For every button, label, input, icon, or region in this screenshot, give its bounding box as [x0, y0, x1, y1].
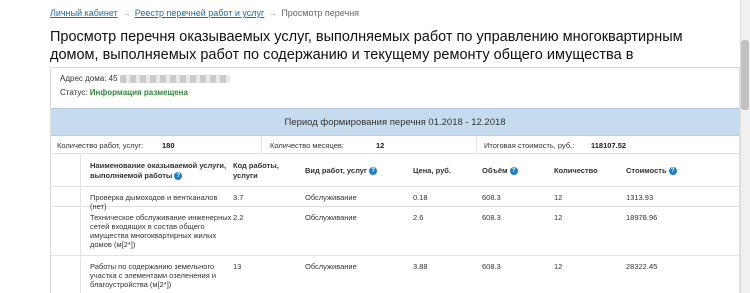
- cell-cost: 1313.93: [626, 193, 654, 202]
- total-label: Итоговая стоимость, руб.:: [484, 141, 575, 150]
- breadcrumb-link-registry[interactable]: Реестр перечней работ и услуг: [135, 8, 265, 18]
- cell-cost: 18978.96: [626, 213, 658, 222]
- scrollbar-thumb[interactable]: [741, 40, 749, 110]
- breadcrumb: Личный кабинет → Реестр перечней работ и у…: [50, 8, 359, 18]
- question-circle-icon[interactable]: ?: [174, 172, 183, 181]
- cell-code: 3.7: [233, 193, 244, 202]
- th-price: Цена, руб.: [413, 166, 451, 175]
- cell-quantity: 12: [554, 262, 563, 271]
- cell-code: 2.2: [233, 213, 244, 222]
- cell-cost: 28322.45: [626, 262, 658, 271]
- question-circle-icon[interactable]: ?: [668, 167, 677, 176]
- status-line: Статус: Информация размещена: [60, 88, 188, 97]
- cell-type: Обслуживание: [305, 213, 357, 222]
- question-circle-icon[interactable]: ?: [509, 167, 518, 176]
- period-band: Период формирования перечня 01.2018 - 12…: [51, 108, 739, 136]
- cell-name: Работы по содержанию земельного участка …: [90, 262, 217, 289]
- th-type: Вид работ, услуг ?: [305, 166, 378, 176]
- breadcrumb-separator: →: [268, 8, 278, 18]
- status-value: Информация размещена: [89, 88, 188, 97]
- breadcrumb-link-cabinet[interactable]: Личный кабинет: [50, 8, 118, 18]
- address-value: 45: [108, 74, 118, 83]
- cell-quantity: 12: [554, 213, 563, 222]
- total-value: 118107.52: [591, 141, 627, 150]
- table-row: Работы по содержанию земельного участка …: [51, 257, 739, 293]
- cell-name: Техническое обслуживание инженерных сете…: [90, 213, 232, 249]
- address-line: Адрес дома: 45: [60, 74, 230, 83]
- question-circle-icon[interactable]: ?: [369, 167, 378, 176]
- breadcrumb-current: Просмотр перечня: [281, 8, 360, 18]
- address-blurred: [119, 74, 230, 83]
- cell-volume: 608.3: [482, 262, 501, 271]
- cell-type: Обслуживание: [305, 193, 357, 202]
- th-volume: Объём ?: [482, 166, 518, 176]
- cell-quantity: 12: [554, 193, 563, 202]
- status-label: Статус:: [60, 88, 88, 97]
- th-name: Наименование оказываемой услуги, выполня…: [90, 161, 227, 181]
- vertical-scrollbar[interactable]: [740, 0, 750, 293]
- months-value: 12: [376, 141, 385, 150]
- th-cost: Стоимость ?: [626, 166, 677, 176]
- cell-type: Обслуживание: [305, 262, 357, 271]
- summary-row: Количество работ, услуг: 180 Количество …: [51, 136, 739, 154]
- cell-volume: 608.3: [482, 193, 501, 202]
- table-row: Проверка дымоходов и вентканалов (нет) 3…: [51, 188, 739, 211]
- cell-code: 13: [233, 262, 242, 271]
- th-code: Код работы, услуги: [233, 161, 279, 180]
- cell-volume: 608.3: [482, 213, 501, 222]
- cell-price: 0.18: [413, 193, 428, 202]
- th-quantity: Количество: [554, 166, 598, 175]
- cell-price: 2.6: [413, 213, 424, 222]
- table-row: Техническое обслуживание инженерных сете…: [51, 208, 739, 256]
- works-count-label: Количество работ, услуг:: [57, 141, 144, 150]
- cell-price: 3.88: [413, 262, 428, 271]
- table-header: Наименование оказываемой услуги, выполня…: [51, 155, 739, 187]
- works-count-value: 180: [162, 141, 175, 150]
- address-label: Адрес дома:: [60, 74, 107, 83]
- months-label: Количество месяцев:: [270, 141, 344, 150]
- breadcrumb-separator: →: [121, 8, 131, 18]
